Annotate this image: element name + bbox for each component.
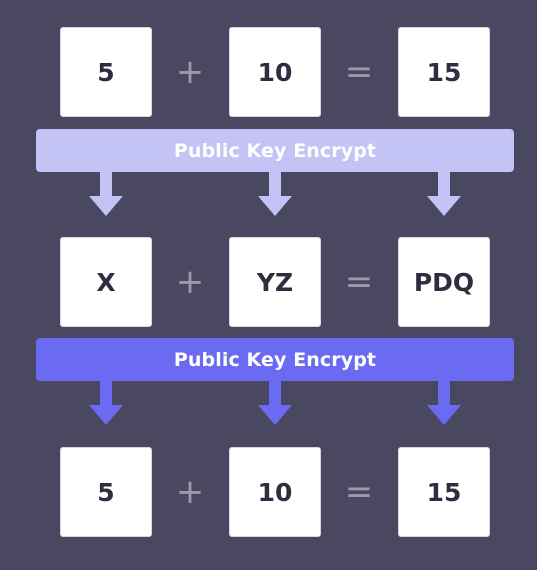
equation-row-plaintext: 5 + 10 = 15: [0, 27, 537, 119]
arrow-down-icon: [258, 172, 292, 218]
arrow-down-icon: [89, 381, 123, 427]
value-box-result: PDQ: [398, 237, 490, 327]
equation-row-ciphertext: X + YZ = PDQ: [0, 237, 537, 329]
band-label: Public Key Encrypt: [173, 139, 377, 162]
value-box-middle: 10: [229, 447, 321, 537]
public-key-encrypt-band-2: Public Key Encrypt: [36, 338, 514, 381]
arrow-down-icon: [427, 381, 461, 427]
equals-operator: =: [344, 472, 374, 512]
arrow-down-icon: [427, 172, 461, 218]
band-label: Public Key Encrypt: [173, 348, 377, 371]
value-box-result: 15: [398, 447, 490, 537]
value-box-left: X: [60, 237, 152, 327]
value-box-left: 5: [60, 27, 152, 117]
plus-operator: +: [175, 262, 205, 302]
arrow-down-icon: [89, 172, 123, 218]
plus-operator: +: [175, 52, 205, 92]
equation-row-decrypted: 5 + 10 = 15: [0, 447, 537, 539]
equals-operator: =: [344, 52, 374, 92]
value-box-result: 15: [398, 27, 490, 117]
public-key-encrypt-band-1: Public Key Encrypt: [36, 129, 514, 172]
value-box-middle: YZ: [229, 237, 321, 327]
arrow-down-icon: [258, 381, 292, 427]
plus-operator: +: [175, 472, 205, 512]
value-box-left: 5: [60, 447, 152, 537]
value-box-middle: 10: [229, 27, 321, 117]
equals-operator: =: [344, 262, 374, 302]
